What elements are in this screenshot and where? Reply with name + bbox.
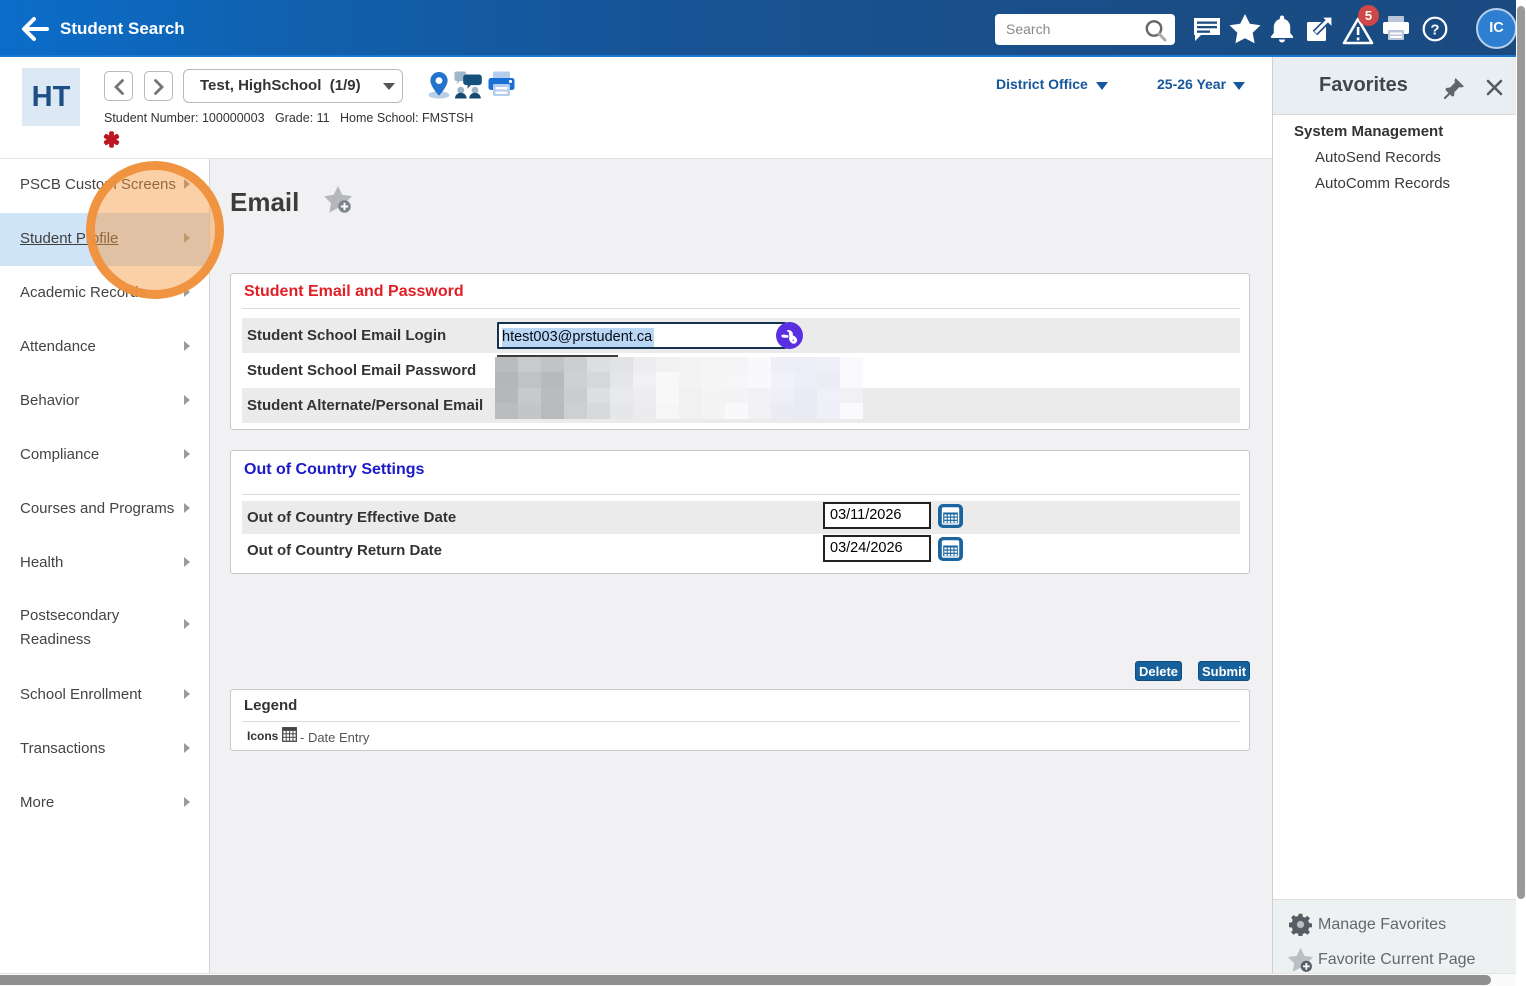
svg-text:?: ? <box>1430 21 1439 38</box>
